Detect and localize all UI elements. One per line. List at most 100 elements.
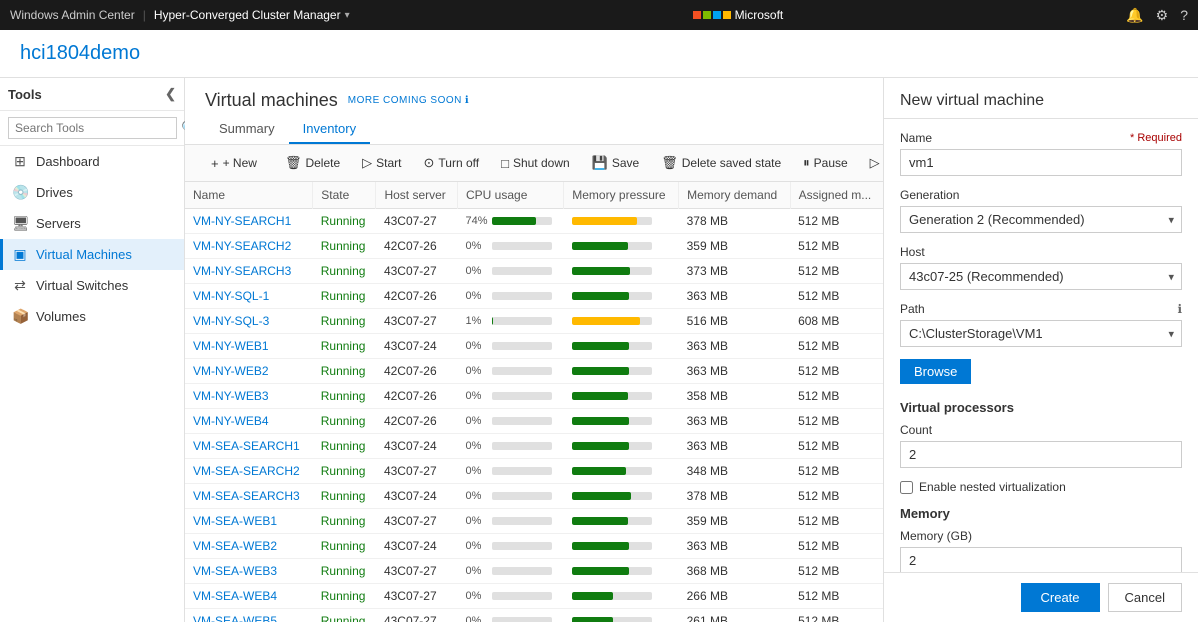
sidebar-item-drives[interactable]: 💿 Drives — [0, 177, 184, 208]
vm-name-link[interactable]: VM-SEA-WEB4 — [193, 589, 277, 603]
turnoff-button[interactable]: ⊙ Turn off — [414, 151, 490, 175]
table-row[interactable]: VM-SEA-WEB2Running43C07-24 0% 363 MB512 … — [185, 534, 883, 559]
vm-name-link[interactable]: VM-SEA-WEB5 — [193, 614, 277, 622]
path-info-icon[interactable]: ℹ — [1177, 302, 1182, 316]
start-button[interactable]: ▷ Start — [352, 151, 411, 175]
sidebar-item-servers[interactable]: 🖥 Servers — [0, 208, 184, 239]
sidebar-item-label-volumes: Volumes — [36, 309, 86, 324]
table-row[interactable]: VM-NY-SQL-1Running42C07-26 0% 363 MB512 … — [185, 284, 883, 309]
vm-host: 42C07-26 — [376, 234, 458, 259]
vm-name-link[interactable]: VM-SEA-WEB1 — [193, 514, 277, 528]
name-input[interactable] — [900, 149, 1182, 176]
vm-name-link[interactable]: VM-NY-SEARCH2 — [193, 239, 291, 253]
vm-mem-demand: 359 MB — [679, 234, 790, 259]
table-row[interactable]: VM-SEA-WEB5Running43C07-27 0% 261 MB512 … — [185, 609, 883, 622]
sidebar-item-virtual-switches[interactable]: ⇄ Virtual Switches — [0, 270, 184, 301]
resume-button[interactable]: ▷ Resume — [860, 151, 883, 175]
table-row[interactable]: VM-SEA-SEARCH1Running43C07-24 0% 363 MB5… — [185, 434, 883, 459]
tabs-row: SummaryInventory — [205, 115, 863, 144]
table-container[interactable]: NameStateHost serverCPU usageMemory pres… — [185, 182, 883, 622]
vm-name-link[interactable]: VM-NY-WEB1 — [193, 339, 269, 353]
host-select[interactable]: 43c07-25 (Recommended)43c07-2443c07-2643… — [900, 263, 1182, 290]
app-name-label: Windows Admin Center — [10, 8, 135, 22]
table-row[interactable]: VM-NY-SEARCH2Running42C07-26 0% 359 MB51… — [185, 234, 883, 259]
path-select[interactable]: C:\ClusterStorage\VM1 — [900, 320, 1182, 347]
col-header-6[interactable]: Assigned m... — [790, 182, 883, 209]
vm-assigned: 512 MB — [790, 434, 883, 459]
virtual-machines-icon: ▣ — [12, 246, 28, 263]
table-row[interactable]: VM-SEA-SEARCH3Running43C07-24 0% 378 MB5… — [185, 484, 883, 509]
path-select-wrap: C:\ClusterStorage\VM1 ▾ — [900, 320, 1182, 347]
vm-host: 43C07-27 — [376, 509, 458, 534]
table-row[interactable]: VM-NY-WEB3Running42C07-26 0% 358 MB512 M… — [185, 384, 883, 409]
vm-name-link[interactable]: VM-NY-WEB2 — [193, 364, 269, 378]
sidebar-collapse-btn[interactable]: ❮ — [165, 86, 176, 102]
vm-name-link[interactable]: VM-NY-SEARCH3 — [193, 264, 291, 278]
vm-name-link[interactable]: VM-SEA-WEB2 — [193, 539, 277, 553]
vm-name-link[interactable]: VM-SEA-SEARCH2 — [193, 464, 300, 478]
memory-input[interactable] — [900, 547, 1182, 572]
table-row[interactable]: VM-NY-SQL-3Running43C07-27 1% 516 MB608 … — [185, 309, 883, 334]
table-row[interactable]: VM-NY-WEB2Running42C07-26 0% 363 MB512 M… — [185, 359, 883, 384]
delete-button[interactable]: 🗑 Delete — [275, 151, 350, 175]
table-row[interactable]: VM-SEA-WEB3Running43C07-27 0% 368 MB512 … — [185, 559, 883, 584]
vm-state: Running — [313, 609, 376, 622]
col-header-3[interactable]: CPU usage — [458, 182, 564, 209]
tab-inventory[interactable]: Inventory — [289, 115, 370, 144]
delete-saved-icon: 🗑 — [661, 155, 678, 171]
generation-select[interactable]: Generation 2 (Recommended)Generation 1 — [900, 206, 1182, 233]
tab-summary[interactable]: Summary — [205, 115, 289, 144]
vm-host: 43C07-27 — [376, 309, 458, 334]
vm-name-link[interactable]: VM-NY-WEB4 — [193, 414, 269, 428]
vm-name-link[interactable]: VM-SEA-SEARCH1 — [193, 439, 300, 453]
save-button[interactable]: 💾 Save — [582, 151, 650, 175]
coming-soon-badge: MORE COMING SOON ℹ — [348, 95, 469, 106]
cancel-button[interactable]: Cancel — [1108, 583, 1182, 612]
table-row[interactable]: VM-NY-SEARCH3Running43C07-27 0% 373 MB51… — [185, 259, 883, 284]
right-panel-header: New virtual machine — [884, 78, 1198, 119]
vm-mem-demand: 373 MB — [679, 259, 790, 284]
col-header-4[interactable]: Memory pressure — [564, 182, 679, 209]
sidebar-item-virtual-machines[interactable]: ▣ Virtual Machines — [0, 239, 184, 270]
table-row[interactable]: VM-SEA-WEB1Running43C07-27 0% 359 MB512 … — [185, 509, 883, 534]
vm-name-link[interactable]: VM-NY-SEARCH1 — [193, 214, 291, 228]
nested-virt-checkbox[interactable] — [900, 481, 913, 494]
table-row[interactable]: VM-NY-SEARCH1Running43C07-27 74% 378 MB5… — [185, 209, 883, 234]
page-title: Virtual machines — [205, 90, 338, 111]
vm-name-link[interactable]: VM-SEA-SEARCH3 — [193, 489, 300, 503]
resume-icon: ▷ — [870, 155, 880, 171]
table-row[interactable]: VM-SEA-WEB4Running43C07-27 0% 266 MB512 … — [185, 584, 883, 609]
help-icon[interactable]: ? — [1180, 7, 1188, 23]
browse-button[interactable]: Browse — [900, 359, 971, 384]
vm-mem-pressure — [564, 459, 679, 484]
col-header-2[interactable]: Host server — [376, 182, 458, 209]
topbar-sep: | — [143, 8, 146, 22]
vm-name-link[interactable]: VM-NY-WEB3 — [193, 389, 269, 403]
create-button[interactable]: Create — [1021, 583, 1100, 612]
col-header-5[interactable]: Memory demand — [679, 182, 790, 209]
vm-assigned: 512 MB — [790, 559, 883, 584]
col-header-1[interactable]: State — [313, 182, 376, 209]
col-header-0[interactable]: Name — [185, 182, 313, 209]
pause-button[interactable]: ⏸ Pause — [793, 151, 858, 175]
new-button[interactable]: + + New — [201, 152, 267, 175]
table-row[interactable]: VM-NY-WEB1Running43C07-24 0% 363 MB512 M… — [185, 334, 883, 359]
table-row[interactable]: VM-NY-WEB4Running42C07-26 0% 363 MB512 M… — [185, 409, 883, 434]
sidebar-item-volumes[interactable]: 📦 Volumes — [0, 301, 184, 332]
notification-icon[interactable]: 🔔 — [1126, 7, 1143, 24]
delete-saved-button[interactable]: 🗑 Delete saved state — [651, 151, 791, 175]
settings-icon[interactable]: ⚙ — [1156, 7, 1169, 24]
topbar-right: 🔔 ⚙ ? — [1126, 7, 1188, 24]
vm-name-link[interactable]: VM-SEA-WEB3 — [193, 564, 277, 578]
table-row[interactable]: VM-SEA-SEARCH2Running43C07-27 0% 348 MB5… — [185, 459, 883, 484]
vm-cpu: 0% — [458, 484, 564, 509]
sidebar-item-label-virtual-switches: Virtual Switches — [36, 278, 128, 293]
ms-logo — [693, 11, 731, 19]
right-panel-scroll[interactable]: Name * Required Generation Generation 2 … — [884, 119, 1198, 572]
vm-name-link[interactable]: VM-NY-SQL-1 — [193, 289, 269, 303]
search-tools-input[interactable] — [8, 117, 177, 139]
vm-name-link[interactable]: VM-NY-SQL-3 — [193, 314, 269, 328]
vproc-count-input[interactable] — [900, 441, 1182, 468]
shutdown-button[interactable]: □ Shut down — [491, 152, 580, 175]
sidebar-item-dashboard[interactable]: ⊞ Dashboard — [0, 146, 184, 177]
